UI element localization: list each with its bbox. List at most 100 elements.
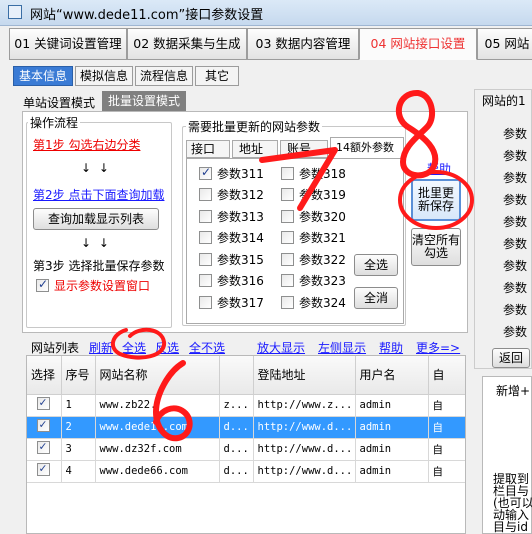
table-row[interactable]: 4 www.dede66.com d... http://www.d... ad… [27,460,465,483]
param-323-checkbox[interactable] [281,274,294,287]
tab-flow-info[interactable]: 流程信息 [135,66,193,86]
zoom-link[interactable]: 放大显示 [257,339,305,356]
param-315-checkbox[interactable] [199,252,212,266]
step3-text: 第3步 选择批量保存参数 [33,259,165,273]
param-314-label: 参数314 [217,231,264,245]
param-318-checkbox[interactable] [281,166,294,180]
right-param-label: 参数 [503,259,528,273]
refresh-link[interactable]: 刷新 [89,339,113,356]
invert-selection-link[interactable]: 反选 [155,339,179,356]
param-320-checkbox[interactable] [281,209,294,223]
param-322-checkbox[interactable] [281,252,294,266]
show-params-checkbox[interactable] [36,277,49,292]
tab-single-mode[interactable]: 单站设置模式 [23,94,95,111]
back-button[interactable]: 返回 [492,348,530,368]
col-user-header[interactable]: 用户名 [355,356,429,395]
tab-content-management[interactable]: 03 数据内容管理 [247,28,359,60]
site-list-label: 网站列表 [31,341,80,355]
left-show-link[interactable]: 左侧显示 [318,339,366,356]
params-tab-account[interactable]: 账号 [280,140,328,158]
param-319[interactable]: 参数319 [281,186,346,204]
param-324-label: 参数324 [299,295,346,310]
tab-data-collection[interactable]: 02 数据采集与生成 [127,28,247,60]
tab-simulation-info[interactable]: 模拟信息 [75,66,133,86]
param-320[interactable]: 参数320 [281,207,346,225]
right-panel-title: 网站的1 [482,94,526,108]
params-tab-address[interactable]: 地址 [232,140,278,158]
row-extra: 自 [428,438,465,461]
params-tab-extra[interactable]: 14额外参数 [330,137,404,159]
col-num-header[interactable]: 序号 [61,356,96,395]
param-324-checkbox[interactable] [281,295,294,309]
param-312-checkbox[interactable] [199,188,212,201]
more-link[interactable]: 更多=> [416,339,460,356]
param-320-label: 参数320 [299,209,346,224]
param-314[interactable]: 参数314 [199,229,264,247]
table-row[interactable]: 2 www.dede11.com d... http://www.d... ad… [27,416,465,439]
row-checkbox[interactable] [37,417,51,432]
param-311[interactable]: 参数311 [199,164,264,182]
row-num: 1 [61,394,96,417]
param-311-checkbox[interactable] [199,165,212,180]
select-all-link[interactable]: 全选 [122,339,146,356]
param-315[interactable]: 参数315 [199,250,264,268]
param-318[interactable]: 参数318 [281,164,346,182]
help-link[interactable]: 帮助 [427,160,451,177]
show-params-option[interactable]: 显示参数设置窗口 [36,277,150,294]
load-list-button[interactable]: 查询加载显示列表 [33,208,159,230]
row-login-url: http://www.d... [253,460,356,483]
row-checkbox[interactable] [37,461,51,476]
row-extra: 自 [428,460,465,483]
table-row[interactable]: 1 www.zb22. z... http://www.z... admin 自 [27,394,465,417]
table-row[interactable]: 3 www.dz32f.com d... http://www.d... adm… [27,438,465,461]
batch-save-button[interactable]: 批里更新保存 [411,179,461,221]
tab-site-more[interactable]: 05 网站 [477,28,532,60]
help-link-2[interactable]: 帮助 [379,339,403,356]
param-323-label: 参数323 [299,274,346,288]
param-313-checkbox[interactable] [199,209,212,223]
right-param-label: 参数 [503,281,528,295]
param-323[interactable]: 参数323 [281,272,346,290]
col-extra-header[interactable]: 自 [428,356,465,395]
tab-batch-mode[interactable]: 批量设置模式 [102,91,186,111]
param-324[interactable]: 参数324 [281,293,346,311]
param-321[interactable]: 参数321 [281,229,346,247]
right-param-label: 参数 [503,215,528,229]
arrow-down-icon: ↓ ↓ [81,161,111,175]
row-extra: 自 [428,416,465,439]
col-blank-header[interactable] [219,356,254,395]
param-322[interactable]: 参数322 [281,250,346,268]
clear-checked-button[interactable]: 清空所有勾选 [411,228,461,266]
params-select-all-button[interactable]: 全选 [354,254,398,276]
param-316-checkbox[interactable] [199,274,212,287]
tab-basic-info[interactable]: 基本信息 [13,66,73,86]
select-none-link[interactable]: 全不选 [189,339,225,356]
param-319-checkbox[interactable] [281,188,294,201]
param-317-checkbox[interactable] [199,295,212,309]
param-317[interactable]: 参数317 [199,293,264,311]
params-title: 需要批量更新的网站参数 [186,118,323,135]
right-param-labels: 参数 参数 参数 参数 参数 参数 参数 参数 参数 参数 [503,123,527,343]
tab-other[interactable]: 其它 [195,66,239,86]
tab-keyword-settings[interactable]: 01 关键词设置管理 [9,28,127,60]
param-322-label: 参数322 [299,252,346,267]
param-314-checkbox[interactable] [199,231,212,244]
params-cancel-all-button[interactable]: 全消 [354,287,398,309]
col-name-header[interactable]: 网站名称 [95,356,220,395]
row-checkbox[interactable] [37,395,51,410]
row-col4: d... [219,460,254,483]
params-tab-interface[interactable]: 接口 [186,140,230,158]
col-url-header[interactable]: 登陆地址 [253,356,356,395]
param-312[interactable]: 参数312 [199,186,264,204]
right-param-label: 参数 [503,303,528,317]
param-313[interactable]: 参数313 [199,207,264,225]
col-select-header[interactable]: 选择 [27,356,62,395]
param-316[interactable]: 参数316 [199,272,264,290]
row-checkbox[interactable] [37,439,51,454]
row-username: admin [355,394,429,417]
tab-site-interface[interactable]: 04 网站接口设置 [359,28,477,60]
param-311-label: 参数311 [217,166,264,181]
param-321-checkbox[interactable] [281,231,294,244]
row-login-url: http://www.z... [253,394,356,417]
row-username: admin [355,416,429,439]
